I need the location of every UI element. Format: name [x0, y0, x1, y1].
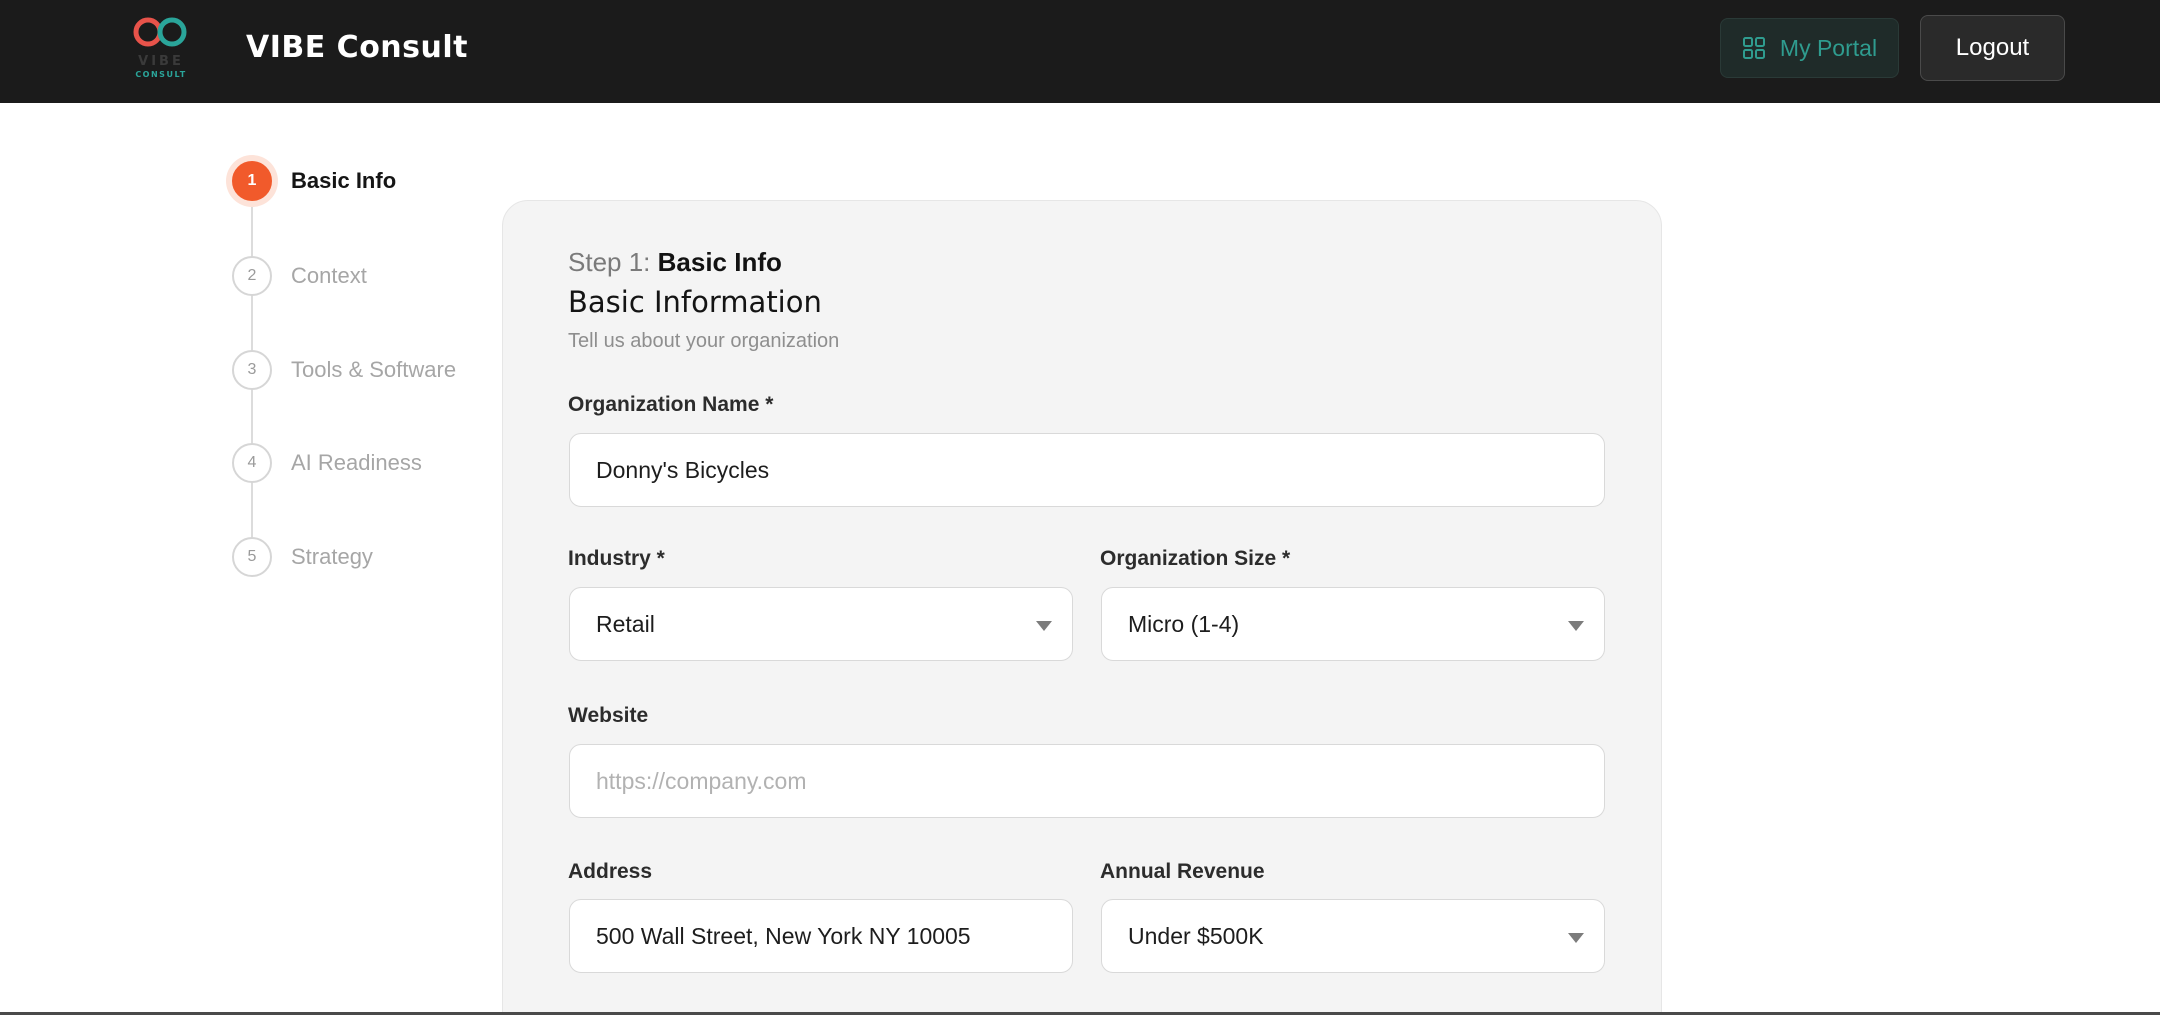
website-label: Website — [568, 704, 649, 727]
organization-size-select[interactable]: Micro (1-4) — [1101, 587, 1605, 661]
step-label: Context — [291, 263, 367, 288]
brand-name[interactable]: VIBE Consult — [246, 30, 468, 65]
annual-revenue-select[interactable]: Under $500K — [1101, 899, 1605, 973]
chevron-down-icon — [1568, 621, 1584, 631]
chevron-down-icon — [1568, 933, 1584, 943]
step-context[interactable]: 2 Context — [232, 256, 367, 296]
address-input[interactable]: 500 Wall Street, New York NY 10005 — [569, 899, 1073, 973]
organization-size-selected-value: Micro (1-4) — [1128, 610, 1240, 637]
step-number-badge: 2 — [232, 256, 272, 296]
step-tools-software[interactable]: 3 Tools & Software — [232, 350, 456, 390]
step-ai-readiness[interactable]: 4 AI Readiness — [232, 443, 422, 483]
address-value: 500 Wall Street, New York NY 10005 — [596, 922, 971, 949]
step-basic-info[interactable]: 1 Basic Info — [232, 161, 396, 201]
industry-select[interactable]: Retail — [569, 587, 1073, 661]
step-number-badge: 1 — [232, 161, 272, 201]
logo-word: VIBE — [138, 54, 184, 69]
logout-button[interactable]: Logout — [1920, 15, 2065, 81]
step-label: AI Readiness — [291, 450, 422, 475]
section-subtitle: Tell us about your organization — [568, 330, 840, 352]
organization-name-label: Organization Name * — [568, 393, 774, 416]
step-prefix: Step 1: — [568, 247, 658, 277]
website-placeholder: https://company.com — [596, 767, 807, 794]
address-label: Address — [568, 860, 653, 883]
step-number-badge: 3 — [232, 350, 272, 390]
step-label: Strategy — [291, 544, 373, 569]
chevron-down-icon — [1036, 621, 1052, 631]
my-portal-label: My Portal — [1779, 34, 1878, 61]
infinity-logo-icon — [133, 17, 187, 47]
step-label: Tools & Software — [291, 357, 457, 382]
step-heading: Step 1: Basic Info — [568, 247, 782, 278]
industry-selected-value: Retail — [596, 610, 655, 637]
step-label: Basic Info — [291, 168, 397, 193]
step-name: Basic Info — [657, 247, 782, 277]
organization-name-value: Donny's Bicycles — [596, 456, 770, 483]
organization-size-label: Organization Size * — [1100, 547, 1291, 570]
top-navigation-bar: VIBE CONSULT VIBE Consult My Portal Logo… — [0, 0, 2160, 103]
organization-name-input[interactable]: Donny's Bicycles — [569, 433, 1605, 507]
step-number-badge: 4 — [232, 443, 272, 483]
step-number-badge: 5 — [232, 537, 272, 577]
vibe-consult-logo[interactable]: VIBE CONSULT — [126, 12, 196, 84]
annual-revenue-selected-value: Under $500K — [1128, 922, 1264, 949]
my-portal-button[interactable]: My Portal — [1720, 18, 1899, 78]
section-title: Basic Information — [568, 285, 822, 319]
annual-revenue-label: Annual Revenue — [1100, 860, 1265, 883]
step-strategy[interactable]: 5 Strategy — [232, 537, 373, 577]
website-input[interactable]: https://company.com — [569, 744, 1605, 818]
industry-label: Industry * — [568, 547, 665, 570]
grid-icon — [1742, 37, 1765, 59]
logo-subword: CONSULT — [135, 70, 187, 79]
